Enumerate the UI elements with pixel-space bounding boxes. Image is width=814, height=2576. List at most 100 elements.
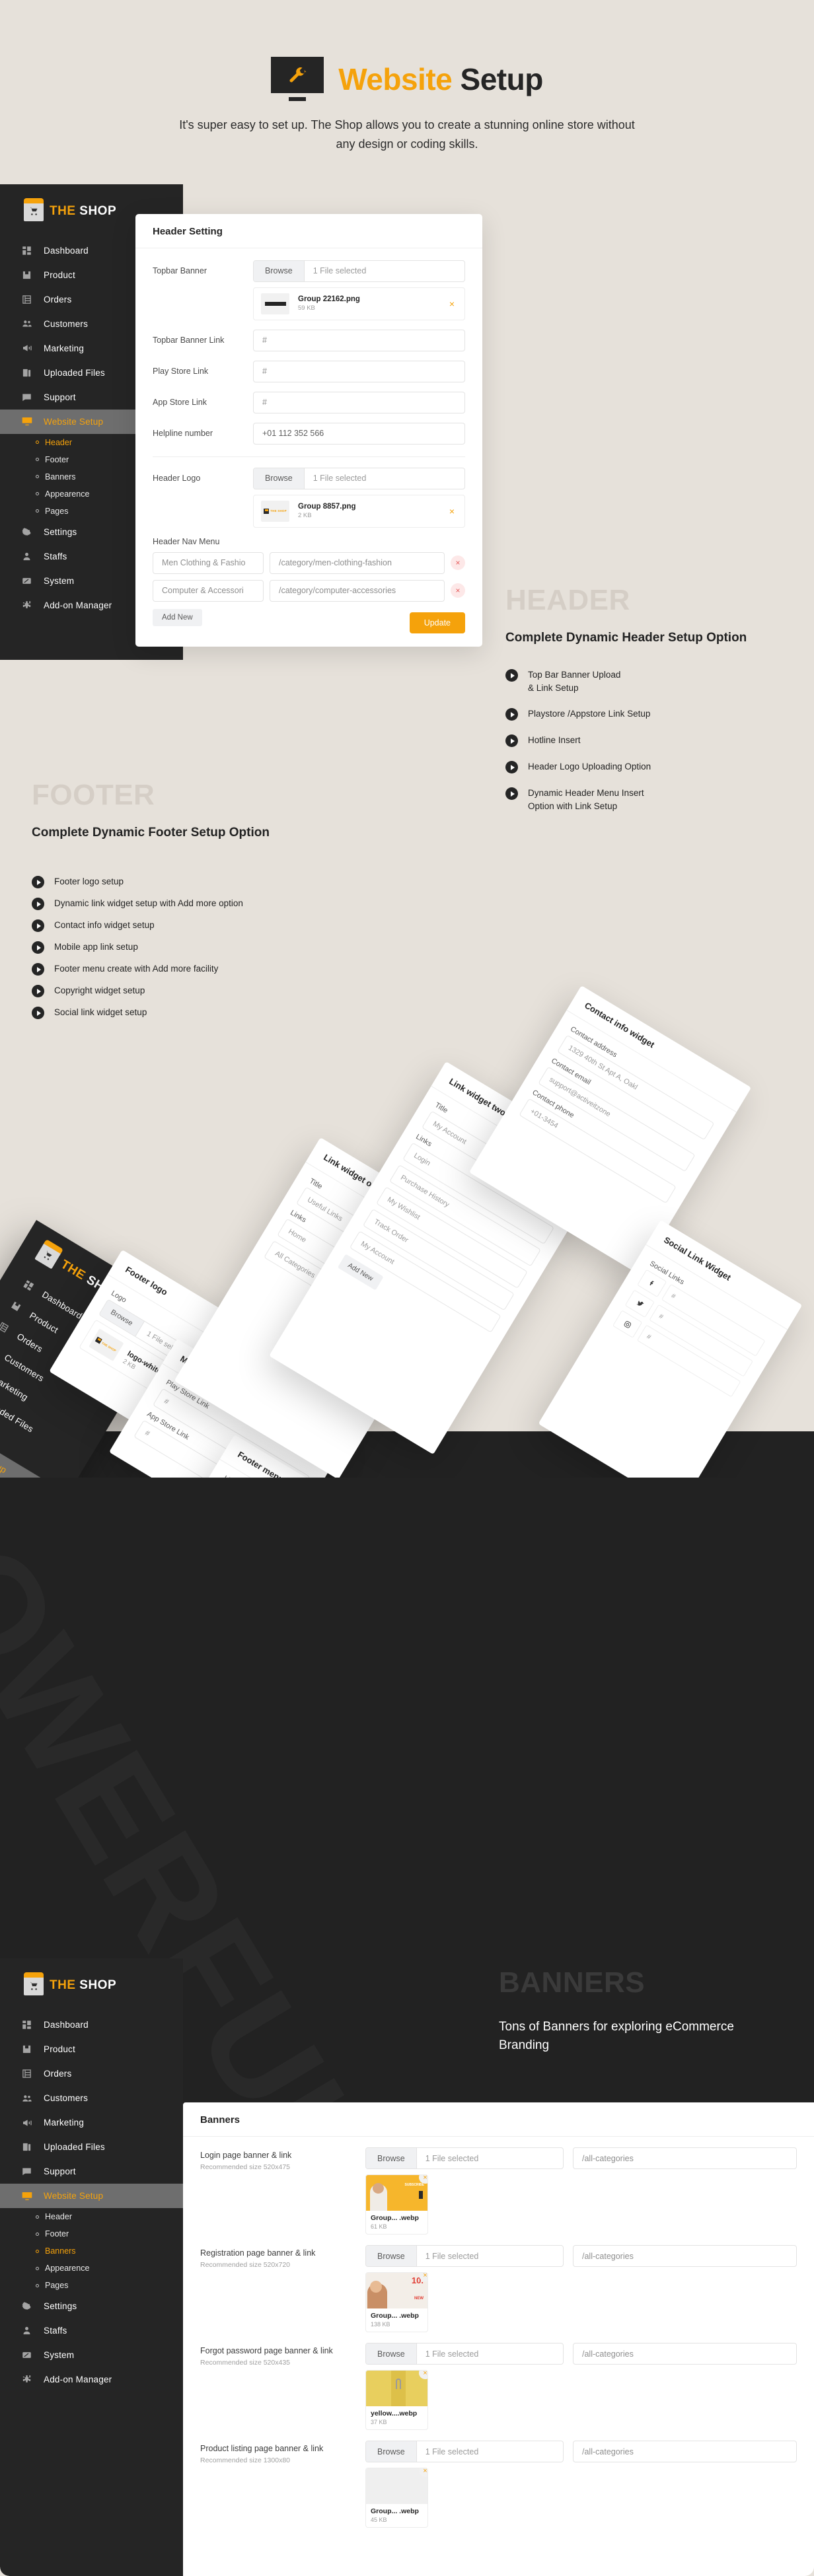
- add-new-button[interactable]: Add New: [153, 608, 202, 626]
- browse-button[interactable]: Browse: [366, 2148, 417, 2168]
- play-store-link-field: Play Store Link #: [153, 360, 465, 382]
- product-icon: [8, 1298, 23, 1313]
- topbar-banner-file-input[interactable]: Browse 1 File selected: [253, 260, 465, 282]
- app-store-link-input[interactable]: #: [253, 391, 465, 413]
- header-logo-file-card: THE SHOP Group 8857.png 2 KB ×: [253, 494, 465, 528]
- sidebar-item-product[interactable]: Product: [0, 2037, 183, 2061]
- sidebar-item-dashboard[interactable]: Dashboard: [0, 2013, 183, 2037]
- field-label: Topbar Banner Link: [153, 335, 225, 345]
- sidebar-item-label: Uploaded Files: [44, 2142, 105, 2152]
- twitter-icon: [624, 1289, 655, 1318]
- sidebar-subitem-banners[interactable]: Banners: [0, 2242, 183, 2260]
- sidebar-subitem-label: Appearence: [45, 489, 90, 499]
- browse-button[interactable]: Browse: [366, 2246, 417, 2266]
- sidebar-item-marketing[interactable]: Marketing: [0, 2110, 183, 2135]
- browse-button[interactable]: Browse: [254, 468, 305, 489]
- app-store-link-field: App Store Link #: [153, 391, 465, 413]
- remove-file-icon[interactable]: ×: [419, 2371, 427, 2379]
- sidebar-item-label: System: [44, 2350, 75, 2360]
- cart-icon: [24, 1972, 44, 1995]
- sidebar-item-staffs[interactable]: Staffs: [0, 2318, 183, 2343]
- sidebar-item-label: Add-on Manager: [44, 600, 112, 610]
- nav-menu-link-input[interactable]: /category/computer-accessories: [270, 579, 445, 602]
- file-size: 59 KB: [298, 304, 315, 312]
- banner-file-input[interactable]: Browse 1 File selected: [365, 2441, 564, 2462]
- helpline-number-input[interactable]: +01 112 352 566: [253, 422, 465, 445]
- sidebar-subitem-label: Pages: [45, 506, 69, 516]
- bullet-icon: [36, 475, 39, 479]
- banner-file-input[interactable]: Browse 1 File selected: [365, 2245, 564, 2267]
- banners-ghost-title-wrap: BANNERS: [499, 1968, 645, 1997]
- sidebar-logo[interactable]: THE SHOP: [0, 1958, 183, 2013]
- file-selected-text: 1 File selected: [425, 2153, 479, 2163]
- banner-link-input[interactable]: /all-categories: [573, 2343, 797, 2365]
- sidebar-item-orders[interactable]: Orders: [0, 2061, 183, 2086]
- sidebar-subitem-pages[interactable]: Pages: [0, 2277, 183, 2294]
- sidebar-item-uploaded-files[interactable]: Uploaded Files: [0, 2135, 183, 2159]
- banner-row: Forgot password page banner & link Recom…: [183, 2343, 814, 2430]
- feature-text: Hotline Insert: [528, 735, 581, 746]
- dashboard-icon: [21, 2019, 32, 2030]
- sidebar-subitem-header[interactable]: Header: [0, 2208, 183, 2225]
- sidebar-item-label: Customers: [44, 318, 89, 329]
- nav-menu-name-input[interactable]: Computer & Accessori: [153, 579, 264, 602]
- topbar-banner-link-input[interactable]: #: [253, 329, 465, 351]
- nav-menu-row: Men Clothing & Fashio /category/men-clot…: [153, 552, 465, 574]
- new-arrivals-banner-thumbnail: 10. NEW ×: [366, 2273, 427, 2308]
- system-icon: [21, 575, 32, 587]
- update-button[interactable]: Update: [409, 612, 465, 633]
- remove-file-icon[interactable]: ×: [449, 299, 457, 309]
- file-name: Group... .webp: [371, 2312, 419, 2320]
- remove-file-icon[interactable]: ×: [449, 506, 457, 517]
- sidebar-subitem-label: Appearence: [45, 2264, 90, 2273]
- header-logo-file-input[interactable]: Browse 1 File selected: [253, 467, 465, 489]
- sidebar-logo-shop: SHOP: [75, 203, 117, 218]
- sidebar-subitem-label: Banners: [45, 472, 76, 482]
- nav-menu-link-input[interactable]: /category/men-clothing-fashion: [270, 552, 445, 574]
- sidebar-item-label: Settings: [44, 526, 77, 537]
- field-label: Topbar Banner: [153, 266, 207, 275]
- play-store-link-input[interactable]: #: [253, 360, 465, 382]
- banner-title: Login page banner & link: [200, 2151, 292, 2160]
- orders-list-icon: [21, 2068, 32, 2079]
- bullet-icon: [36, 2249, 39, 2253]
- sidebar-item-addon-manager[interactable]: Add-on Manager: [0, 2367, 183, 2392]
- sidebar-item-label: System: [44, 575, 75, 586]
- banner-recommended-size: Recommended size 520x475: [200, 2163, 290, 2171]
- sidebar-subitem-label: Pages: [45, 2281, 69, 2290]
- browse-button[interactable]: Browse: [366, 2441, 417, 2462]
- banner-file-input[interactable]: Browse 1 File selected: [365, 2147, 564, 2169]
- sidebar-subitem-footer[interactable]: Footer: [0, 2225, 183, 2242]
- delete-row-icon[interactable]: ×: [451, 555, 465, 571]
- subscribe-banner-thumbnail: SUBSCRIBE ×: [366, 2175, 427, 2211]
- sidebar-item-customers[interactable]: Customers: [0, 2086, 183, 2110]
- sidebar-item-website-setup[interactable]: Website Setup: [0, 2184, 183, 2208]
- product-icon: [21, 269, 32, 281]
- footer-section: FOOTER Complete Dynamic Footer Setup Opt…: [0, 764, 814, 2131]
- sidebar-item-system[interactable]: System: [0, 2343, 183, 2367]
- banner-link-input[interactable]: /all-categories: [573, 2147, 797, 2169]
- remove-file-icon[interactable]: ×: [419, 2468, 427, 2477]
- browse-button[interactable]: Browse: [366, 2343, 417, 2364]
- nav-menu-name-input[interactable]: Men Clothing & Fashio: [153, 552, 264, 574]
- banner-title: Forgot password page banner & link: [200, 2346, 333, 2355]
- sidebar-item-settings[interactable]: Settings: [0, 2294, 183, 2318]
- system-icon: [21, 2349, 32, 2361]
- banners-section: THE SHOP Dashboard Product Orders Custom…: [0, 1958, 814, 2576]
- sidebar-item-label: Uploaded Files: [44, 367, 105, 378]
- banner-link-input[interactable]: /all-categories: [573, 2441, 797, 2462]
- browse-button[interactable]: Browse: [254, 260, 305, 281]
- sidebar-item-label: Staffs: [44, 2326, 67, 2336]
- delete-row-icon[interactable]: ×: [451, 583, 465, 598]
- cart-icon: [34, 1241, 62, 1270]
- sidebar-item-label: Support: [44, 392, 76, 402]
- sidebar-item-support[interactable]: Support: [0, 2159, 183, 2184]
- puzzle-icon: [21, 600, 32, 611]
- banner-file-input[interactable]: Browse 1 File selected: [365, 2343, 564, 2365]
- banner-recommended-size: Recommended size 520x435: [200, 2359, 290, 2367]
- file-thumbnail: THE SHOP: [89, 1328, 124, 1361]
- bullet-icon: [36, 2283, 39, 2287]
- sidebar-subitem-appearence[interactable]: Appearence: [0, 2260, 183, 2277]
- banner-link-input[interactable]: /all-categories: [573, 2245, 797, 2267]
- puzzle-icon: [21, 2374, 32, 2385]
